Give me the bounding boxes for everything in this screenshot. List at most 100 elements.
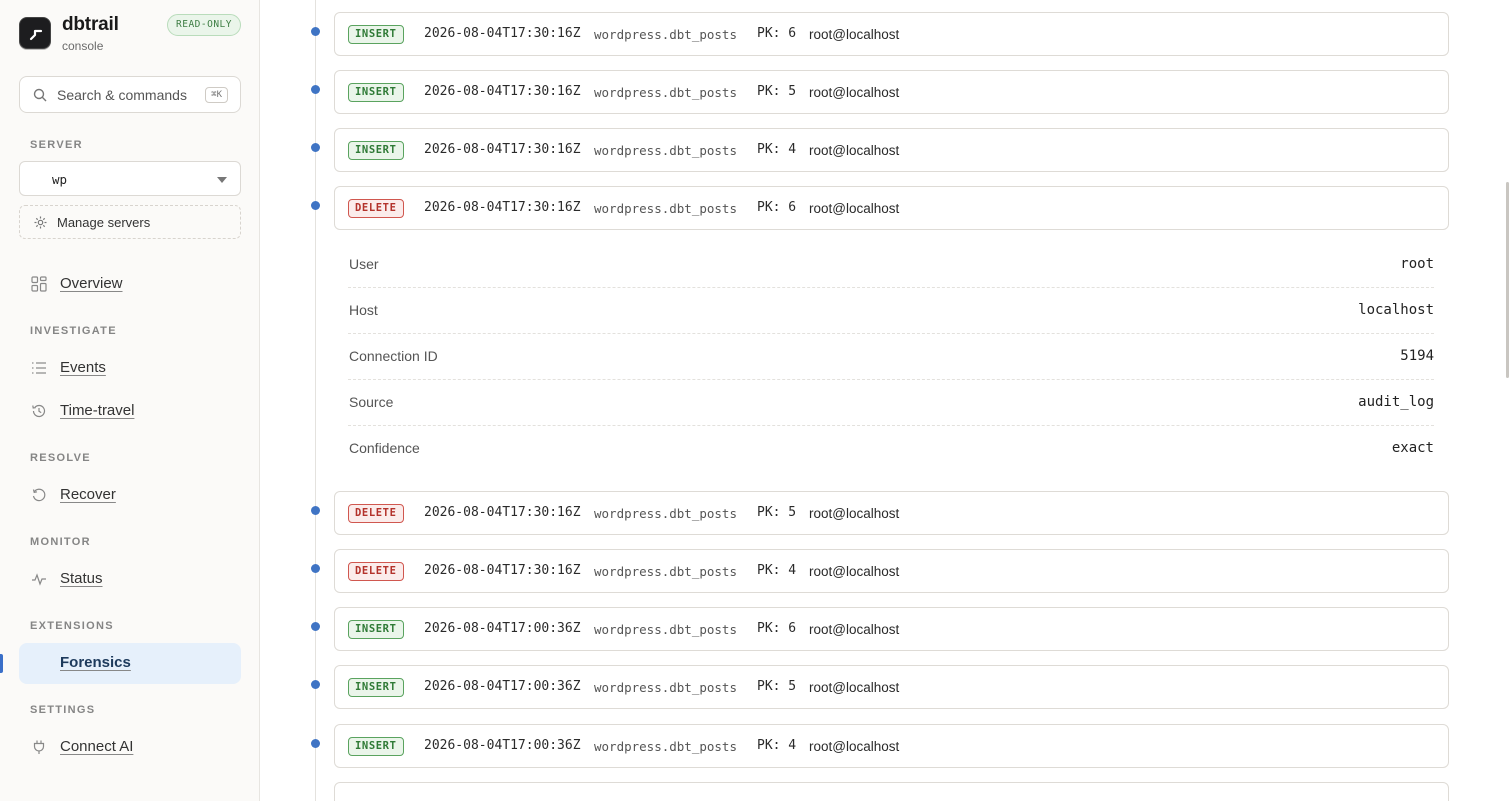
event-type-badge: INSERT <box>348 620 404 639</box>
event-pk: PK: 5 <box>757 505 797 520</box>
detail-row: Source audit_log <box>348 380 1434 426</box>
event-table: wordpress.dbt_posts <box>594 85 737 100</box>
detail-key: User <box>349 256 379 272</box>
event-row[interactable]: INSERT 2026-08-04T17:00:36Z wordpress.db… <box>334 724 1449 768</box>
event-type-badge: DELETE <box>348 504 404 523</box>
timeline-dot <box>311 85 320 94</box>
search-placeholder: Search & commands <box>57 87 187 103</box>
history-icon <box>32 404 46 418</box>
detail-key: Source <box>349 394 394 410</box>
timeline-dot <box>311 564 320 573</box>
event-table: wordpress.dbt_posts <box>594 622 737 637</box>
detail-key: Host <box>349 302 378 318</box>
nav-overview-label: Overview <box>60 275 123 292</box>
detail-value: exact <box>1391 440 1434 456</box>
section-label-monitor: MONITOR <box>30 536 91 548</box>
event-user: root@localhost <box>809 27 900 42</box>
forensics-timeline: INSERT 2026-08-04T17:30:16Z wordpress.db… <box>261 0 1512 801</box>
event-row-partial[interactable] <box>334 782 1449 801</box>
event-row-expanded[interactable]: DELETE 2026-08-04T17:30:16Z wordpress.db… <box>334 186 1449 230</box>
nav-overview[interactable]: Overview <box>19 264 241 305</box>
server-select[interactable]: wp <box>19 161 241 196</box>
timeline-dot <box>311 27 320 36</box>
event-table: wordpress.dbt_posts <box>594 27 737 42</box>
event-row[interactable]: DELETE 2026-08-04T17:30:16Z wordpress.db… <box>334 549 1449 593</box>
server-select-value: wp <box>52 172 68 187</box>
timeline-dot <box>311 739 320 748</box>
nav-connect-ai[interactable]: Connect AI <box>19 727 241 768</box>
event-user: root@localhost <box>809 739 900 754</box>
event-timestamp: 2026-08-04T17:30:16Z <box>424 505 581 520</box>
event-row[interactable]: INSERT 2026-08-04T17:30:16Z wordpress.db… <box>334 70 1449 114</box>
section-label-resolve: RESOLVE <box>30 452 91 464</box>
nav-forensics[interactable]: Forensics <box>19 643 241 684</box>
detail-key: Confidence <box>349 440 420 456</box>
section-label-server: SERVER <box>30 139 83 151</box>
nav-forensics-label: Forensics <box>60 654 131 671</box>
nav-status[interactable]: Status <box>19 559 241 600</box>
event-user: root@localhost <box>809 143 900 158</box>
event-row[interactable]: INSERT 2026-08-04T17:00:36Z wordpress.db… <box>334 607 1449 651</box>
timeline-dot <box>311 680 320 689</box>
undo-circle-icon <box>32 488 46 502</box>
event-table: wordpress.dbt_posts <box>594 201 737 216</box>
event-row[interactable]: INSERT 2026-08-04T17:00:36Z wordpress.db… <box>334 665 1449 709</box>
logo-icon <box>19 17 51 49</box>
timeline-dot <box>311 622 320 631</box>
nav-events-label: Events <box>60 359 106 376</box>
event-type-badge: DELETE <box>348 562 404 581</box>
nav-recover[interactable]: Recover <box>19 475 241 516</box>
event-timestamp: 2026-08-04T17:30:16Z <box>424 26 581 41</box>
event-pk: PK: 6 <box>757 26 797 41</box>
scrollbar[interactable] <box>1506 182 1509 378</box>
event-row[interactable]: INSERT 2026-08-04T17:30:16Z wordpress.db… <box>334 128 1449 172</box>
detail-value: localhost <box>1358 302 1434 318</box>
brand-header: dbtrail console READ-ONLY <box>19 14 241 57</box>
manage-servers-label: Manage servers <box>57 215 151 230</box>
nav-time-travel[interactable]: Time-travel <box>19 391 241 432</box>
section-label-extensions: EXTENSIONS <box>30 620 114 632</box>
detail-value: root <box>1400 256 1434 272</box>
event-pk: PK: 5 <box>757 84 797 99</box>
event-timestamp: 2026-08-04T17:30:16Z <box>424 142 581 157</box>
event-table: wordpress.dbt_posts <box>594 143 737 158</box>
event-timestamp: 2026-08-04T17:00:36Z <box>424 679 581 694</box>
event-timestamp: 2026-08-04T17:30:16Z <box>424 84 581 99</box>
event-user: root@localhost <box>809 622 900 637</box>
search-shortcut: ⌘K <box>205 87 228 103</box>
event-row[interactable]: INSERT 2026-08-04T17:30:16Z wordpress.db… <box>334 12 1449 56</box>
event-details: User root Host localhost Connection ID 5… <box>348 242 1434 472</box>
nav-recover-label: Recover <box>60 486 116 503</box>
event-type-badge: INSERT <box>348 141 404 160</box>
event-pk: PK: 6 <box>757 200 797 215</box>
detail-row: Connection ID 5194 <box>348 334 1434 380</box>
chevron-down-icon <box>217 177 227 183</box>
event-pk: PK: 4 <box>757 563 797 578</box>
event-pk: PK: 5 <box>757 679 797 694</box>
event-user: root@localhost <box>809 85 900 100</box>
pulse-icon <box>32 573 46 586</box>
search-icon <box>33 88 47 102</box>
event-row[interactable]: DELETE 2026-08-04T17:30:16Z wordpress.db… <box>334 491 1449 535</box>
manage-servers-button[interactable]: Manage servers <box>19 205 241 239</box>
search-input[interactable]: Search & commands ⌘K <box>19 76 241 113</box>
read-only-badge: READ-ONLY <box>167 14 241 36</box>
grid-icon <box>31 276 47 292</box>
event-table: wordpress.dbt_posts <box>594 680 737 695</box>
event-timestamp: 2026-08-04T17:30:16Z <box>424 200 581 215</box>
event-user: root@localhost <box>809 506 900 521</box>
detail-key: Connection ID <box>349 348 438 364</box>
nav-status-label: Status <box>60 570 103 587</box>
event-type-badge: INSERT <box>348 25 404 44</box>
event-pk: PK: 4 <box>757 738 797 753</box>
event-table: wordpress.dbt_posts <box>594 564 737 579</box>
active-indicator <box>0 654 3 673</box>
nav-time-travel-label: Time-travel <box>60 402 135 419</box>
event-type-badge: INSERT <box>348 678 404 697</box>
event-type-badge: INSERT <box>348 737 404 756</box>
section-label-settings: SETTINGS <box>30 704 96 716</box>
event-user: root@localhost <box>809 201 900 216</box>
nav-events[interactable]: Events <box>19 348 241 389</box>
event-pk: PK: 4 <box>757 142 797 157</box>
detail-row: User root <box>348 242 1434 288</box>
